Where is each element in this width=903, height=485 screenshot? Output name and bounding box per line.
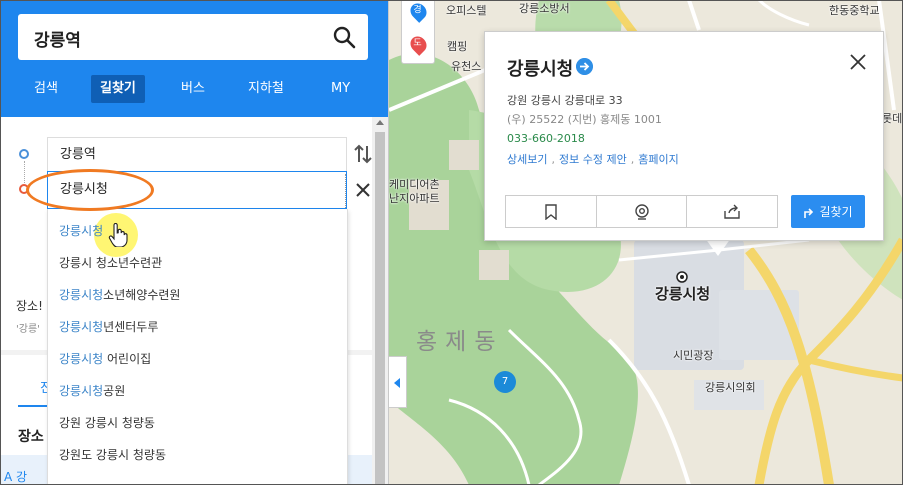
map-label-school: 한동중학교 bbox=[829, 4, 880, 17]
link-edit-suggestion[interactable]: 정보 수정 제안 bbox=[559, 153, 627, 166]
pin-icon[interactable]: 경 bbox=[407, 0, 430, 23]
tab-bus[interactable]: 버스 bbox=[181, 78, 205, 100]
background-title: 장소! bbox=[16, 299, 43, 313]
link-separator: , bbox=[630, 153, 635, 166]
close-icon[interactable] bbox=[849, 53, 867, 71]
route-icon bbox=[804, 207, 814, 218]
suggestion-item[interactable]: 강릉시청 어린이집 bbox=[59, 350, 151, 367]
link-homepage[interactable]: 홈페이지 bbox=[638, 153, 678, 166]
left-panel: 강릉역 검색 길찾기 버스 지하철 MY 장소! '강릉' 진 장소 A 강 강… bbox=[0, 0, 389, 485]
route-button[interactable]: 길찾기 bbox=[791, 195, 865, 228]
suggestion-highlight: 강릉시청 bbox=[59, 224, 104, 238]
link-separator: , bbox=[551, 153, 555, 166]
background-subtitle: '강릉' bbox=[16, 324, 40, 335]
suggestion-item[interactable]: 강릉시 청소년수련관 bbox=[59, 254, 162, 271]
swap-icon[interactable] bbox=[354, 143, 372, 165]
route-connector bbox=[24, 161, 25, 183]
roadview-button[interactable] bbox=[597, 196, 688, 227]
destination-field[interactable]: 강릉시청 bbox=[47, 171, 347, 209]
suggestion-rest: 년센터두루 bbox=[103, 320, 159, 334]
popup-zip: (우) 25522 (지번) 홍제동 1001 bbox=[507, 113, 662, 126]
end-dot-icon bbox=[19, 184, 29, 194]
suggestion-rest: 강원도 강릉시 청량동 bbox=[59, 448, 166, 462]
suggestion-item[interactable]: 강원도 강릉시 청량동 bbox=[59, 446, 166, 463]
popup-phone[interactable]: 033-660-2018 bbox=[507, 132, 585, 145]
suggestion-item[interactable]: 강릉시청소년해양수련원 bbox=[59, 286, 180, 303]
field-divider bbox=[345, 174, 346, 208]
background-bottom-text: A 강 bbox=[4, 470, 28, 484]
close-icon[interactable] bbox=[354, 181, 372, 199]
background-row: 장소 bbox=[18, 429, 44, 445]
place-marker-icon[interactable] bbox=[676, 271, 688, 283]
map-label-square: 시민광장 bbox=[673, 349, 714, 362]
bookmark-icon bbox=[545, 203, 557, 220]
map-label-rote: 롯데 bbox=[882, 112, 903, 125]
share-button[interactable] bbox=[687, 196, 777, 227]
suggestion-item[interactable]: 강릉시청년센터두루 bbox=[59, 318, 158, 335]
pin-label: 도 bbox=[413, 38, 422, 49]
hand-cursor-icon bbox=[108, 223, 128, 247]
suggestion-highlight: 강릉시청 bbox=[59, 288, 104, 302]
search-icon[interactable] bbox=[332, 25, 356, 49]
popup-title[interactable]: 강릉시청 bbox=[507, 55, 573, 81]
popup-address: 강원 강릉시 강릉대로 33 bbox=[507, 94, 623, 107]
tab-my[interactable]: MY bbox=[331, 78, 350, 100]
map-floating-buttons: 경 도 bbox=[401, 0, 435, 64]
suggestion-rest: 강원 강릉시 청량동 bbox=[59, 416, 155, 430]
scroll-up-icon[interactable] bbox=[376, 120, 384, 125]
map-label-fire-station: 강릉소방서 bbox=[519, 2, 570, 15]
link-details[interactable]: 상세보기 bbox=[507, 153, 547, 166]
suggestion-rest: 어린이집 bbox=[103, 352, 152, 366]
suggestion-highlight: 강릉시청 bbox=[59, 384, 104, 398]
map-label-apt: 난지아파트 bbox=[389, 192, 440, 205]
suggestion-rest: 공원 bbox=[103, 384, 126, 398]
start-field[interactable]: 강릉역 bbox=[47, 137, 347, 171]
tab-search[interactable]: 검색 bbox=[34, 78, 58, 100]
suggestion-dropdown bbox=[47, 209, 348, 485]
arrow-right-icon[interactable] bbox=[576, 58, 593, 75]
popup-action-bar bbox=[505, 195, 778, 228]
popup-links: 상세보기, 정보 수정 제안, 홈페이지 bbox=[507, 151, 679, 167]
pin-icon[interactable]: 도 bbox=[407, 33, 430, 56]
search-input[interactable]: 강릉역 bbox=[18, 14, 368, 60]
panel-collapse-button[interactable] bbox=[389, 356, 407, 408]
suggestion-item[interactable]: 강릉시청 bbox=[59, 222, 103, 239]
share-icon bbox=[724, 204, 740, 219]
suggestion-rest: 강릉시 청소년수련관 bbox=[59, 256, 163, 270]
start-dot-icon bbox=[19, 149, 29, 159]
route-button-label: 길찾기 bbox=[819, 205, 853, 219]
chevron-left-icon bbox=[394, 378, 400, 388]
suggestion-highlight: 강릉시청 bbox=[59, 352, 104, 366]
suggestion-item[interactable]: 강원 강릉시 청량동 bbox=[59, 414, 155, 431]
pin-label: 경 bbox=[413, 5, 422, 16]
scrollbar-thumb[interactable] bbox=[375, 132, 385, 485]
map-label-cityhall[interactable]: 강릉시청 bbox=[655, 283, 710, 304]
suggestion-item[interactable]: 강릉시청공원 bbox=[59, 382, 125, 399]
map-label-yuchon: 유천스 bbox=[451, 60, 482, 73]
roadview-icon bbox=[634, 203, 649, 220]
map-label-officetel: 오피스텔 bbox=[446, 4, 487, 17]
suggestion-highlight: 강릉시청 bbox=[59, 320, 104, 334]
search-query: 강릉역 bbox=[34, 31, 81, 51]
map-label-camping: 캠핑 bbox=[447, 40, 468, 53]
place-info-popup: 강릉시청 강원 강릉시 강릉대로 33 (우) 25522 (지번) 홍제동 1… bbox=[484, 31, 884, 241]
tab-route[interactable]: 길찾기 bbox=[91, 75, 145, 103]
tab-subway[interactable]: 지하철 bbox=[248, 78, 284, 100]
bookmark-button[interactable] bbox=[506, 196, 597, 227]
suggestion-rest: 소년해양수련원 bbox=[103, 288, 181, 302]
road-number-badge: 7 bbox=[494, 371, 516, 393]
map-district-label: 홍제동 bbox=[416, 329, 504, 355]
map-label-council: 강릉시의회 bbox=[705, 381, 756, 394]
